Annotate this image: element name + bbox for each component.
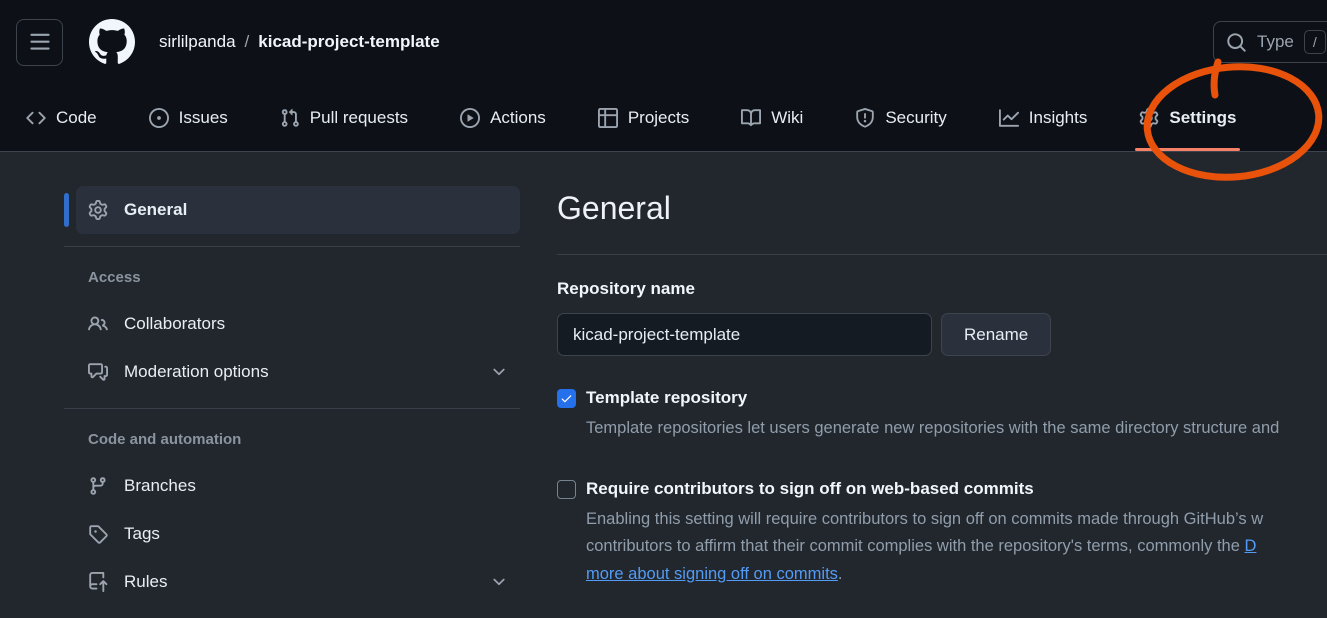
- tag-icon: [88, 524, 108, 544]
- tab-label: Code: [56, 108, 97, 128]
- tab-label: Security: [885, 108, 946, 128]
- tab-label: Actions: [490, 108, 546, 128]
- breadcrumb-owner-link[interactable]: sirlilpanda: [159, 32, 236, 52]
- github-logo-icon[interactable]: [89, 19, 135, 65]
- gear-icon: [1139, 108, 1159, 128]
- search-placeholder-text: Type: [1257, 32, 1294, 52]
- code-icon: [26, 108, 46, 128]
- tab-actions[interactable]: Actions: [446, 84, 560, 151]
- settings-sidebar: General Access Collaborators Moderation …: [64, 186, 520, 606]
- sidebar-item-tags[interactable]: Tags: [76, 510, 520, 558]
- tab-wiki[interactable]: Wiki: [727, 84, 817, 151]
- tab-code[interactable]: Code: [12, 84, 111, 151]
- template-repository-description: Template repositories let users generate…: [586, 415, 1327, 443]
- tab-pull-requests[interactable]: Pull requests: [266, 84, 422, 151]
- description-text: more about signing off on commits.: [586, 561, 1327, 589]
- graph-icon: [999, 108, 1019, 128]
- description-text: Template repositories let users generate…: [586, 415, 1327, 443]
- tab-security[interactable]: Security: [841, 84, 960, 151]
- issue-opened-icon: [149, 108, 169, 128]
- breadcrumb-separator: /: [245, 32, 250, 52]
- repo-push-icon: [88, 572, 108, 592]
- description-text-fragment: .: [838, 565, 843, 583]
- template-repository-checkbox[interactable]: [557, 389, 576, 408]
- tab-label: Pull requests: [310, 108, 408, 128]
- rename-button[interactable]: Rename: [941, 313, 1051, 356]
- tab-settings[interactable]: Settings: [1125, 84, 1250, 151]
- shield-icon: [855, 108, 875, 128]
- settings-main: General Repository name Rename Template …: [557, 186, 1327, 588]
- repo-tab-bar: Code Issues Pull requests Actions Projec…: [0, 84, 1327, 151]
- git-pull-request-icon: [280, 108, 300, 128]
- sidebar-item-moderation-options[interactable]: Moderation options: [76, 348, 520, 396]
- tab-label: Projects: [628, 108, 689, 128]
- hamburger-menu-button[interactable]: [16, 19, 63, 66]
- repository-name-input[interactable]: [557, 313, 932, 356]
- description-text: contributors to affirm that their commit…: [586, 533, 1327, 561]
- content-area: General Access Collaborators Moderation …: [0, 152, 1327, 606]
- slash-key-hint: /: [1304, 30, 1326, 54]
- breadcrumb-repo-link[interactable]: kicad-project-template: [258, 32, 439, 52]
- tab-label: Settings: [1169, 108, 1236, 128]
- repository-name-label: Repository name: [557, 279, 1327, 299]
- sidebar-item-label: Collaborators: [124, 314, 225, 334]
- sidebar-section-title-code-automation: Code and automation: [88, 431, 520, 448]
- sidebar-item-collaborators[interactable]: Collaborators: [76, 300, 520, 348]
- sidebar-section-title-access: Access: [88, 269, 520, 286]
- sidebar-divider: [64, 246, 520, 247]
- page-title: General: [557, 186, 1327, 230]
- global-search-input[interactable]: Type /: [1213, 21, 1327, 63]
- signoff-description: Enabling this setting will require contr…: [586, 506, 1327, 589]
- chevron-down-icon: [490, 363, 508, 381]
- sidebar-item-label: Branches: [124, 476, 196, 496]
- sidebar-item-label: Moderation options: [124, 362, 269, 382]
- tab-label: Issues: [179, 108, 228, 128]
- tab-label: Wiki: [771, 108, 803, 128]
- people-icon: [88, 314, 108, 334]
- git-branch-icon: [88, 476, 108, 496]
- table-icon: [598, 108, 618, 128]
- sidebar-item-label: General: [124, 200, 187, 220]
- search-icon: [1226, 32, 1247, 53]
- description-text: Enabling this setting will require contr…: [586, 506, 1327, 534]
- tab-insights[interactable]: Insights: [985, 84, 1102, 151]
- sidebar-item-rules[interactable]: Rules: [76, 558, 520, 606]
- signoff-learn-more-link[interactable]: more about signing off on commits: [586, 565, 838, 583]
- sidebar-divider: [64, 408, 520, 409]
- tab-projects[interactable]: Projects: [584, 84, 703, 151]
- play-icon: [460, 108, 480, 128]
- sidebar-item-label: Rules: [124, 572, 167, 592]
- book-icon: [741, 108, 761, 128]
- tab-issues[interactable]: Issues: [135, 84, 242, 151]
- sidebar-item-branches[interactable]: Branches: [76, 462, 520, 510]
- title-divider: [557, 254, 1327, 255]
- signoff-checkbox[interactable]: [557, 480, 576, 499]
- description-text-fragment: contributors to affirm that their commit…: [586, 537, 1245, 555]
- header-top: sirlilpanda / kicad-project-template Typ…: [0, 0, 1327, 84]
- template-repository-label[interactable]: Template repository: [586, 388, 747, 408]
- app-header: sirlilpanda / kicad-project-template Typ…: [0, 0, 1327, 152]
- sidebar-item-general[interactable]: General: [76, 186, 520, 234]
- three-bars-icon: [29, 31, 51, 53]
- signoff-label[interactable]: Require contributors to sign off on web-…: [586, 479, 1034, 499]
- tab-label: Insights: [1029, 108, 1088, 128]
- comment-discussion-icon: [88, 362, 108, 382]
- chevron-down-icon: [490, 573, 508, 591]
- gear-icon: [88, 200, 108, 220]
- sidebar-item-label: Tags: [124, 524, 160, 544]
- check-icon: [560, 392, 573, 405]
- dco-link[interactable]: D: [1245, 537, 1257, 555]
- breadcrumb: sirlilpanda / kicad-project-template: [159, 32, 440, 52]
